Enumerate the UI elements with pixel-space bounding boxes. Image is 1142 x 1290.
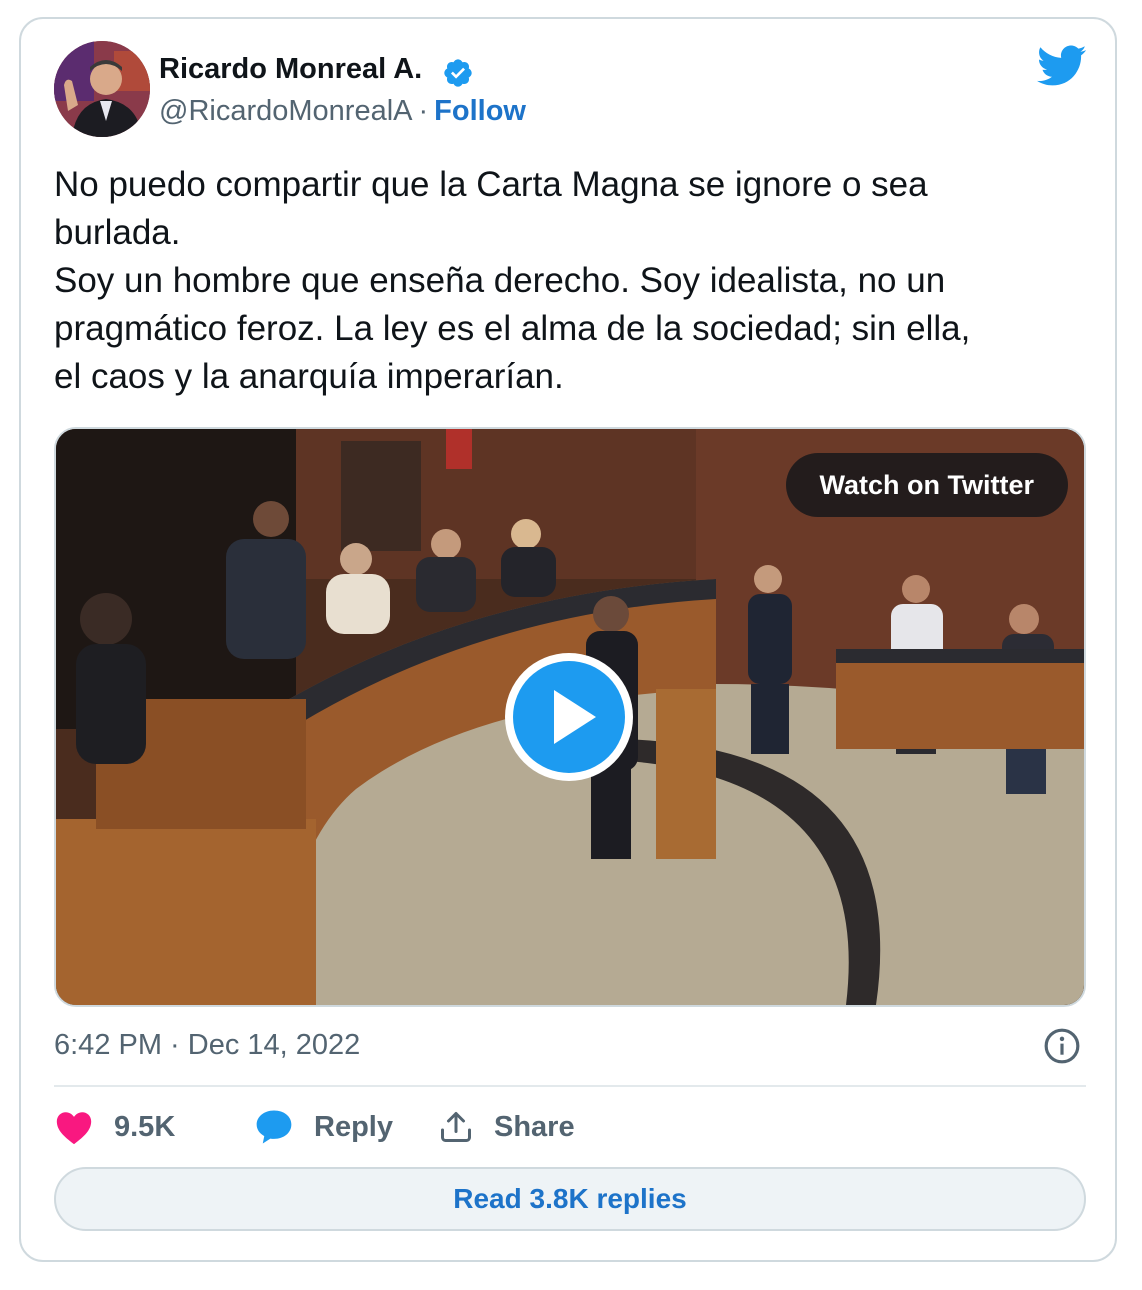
watch-on-twitter-button[interactable]: Watch on Twitter [785, 453, 1068, 517]
verified-badge-icon [444, 59, 472, 87]
handle-row: @RicardoMonrealA · Follow [159, 95, 526, 128]
reply-bubble-icon [256, 1110, 292, 1144]
info-icon[interactable] [1043, 1027, 1081, 1065]
tweet-text-line: pragmático feroz. La ley es el alma de l… [54, 309, 971, 348]
handle-separator: · [418, 95, 429, 127]
divider [54, 1085, 1086, 1087]
twitter-bird-icon[interactable] [1037, 45, 1087, 87]
read-replies-button[interactable]: Read 3.8K replies [54, 1167, 1086, 1231]
tweet-card: Ricardo Monreal A. @RicardoMonrealA · Foll… [19, 17, 1117, 1262]
reply-button[interactable]: Reply [254, 1105, 393, 1149]
share-icon [441, 1112, 471, 1142]
share-label: Share [494, 1110, 575, 1143]
tweet-text-line: Soy un hombre que enseña derecho. Soy id… [54, 261, 946, 300]
tweet-text-line: burlada. [54, 213, 181, 252]
heart-icon [56, 1112, 92, 1145]
reply-label: Reply [314, 1110, 393, 1143]
tweet-text-line: el caos y la anarquía imperarían. [54, 357, 564, 396]
tweet-timestamp[interactable]: 6:42 PM · Dec 14, 2022 [54, 1029, 360, 1062]
video-media[interactable]: Watch on Twitter [54, 427, 1086, 1007]
author-name[interactable]: Ricardo Monreal A. [159, 53, 422, 86]
like-count: 9.5K [114, 1110, 176, 1143]
avatar[interactable] [54, 41, 150, 137]
like-button[interactable]: 9.5K [54, 1105, 175, 1149]
tweet-text: No puedo compartir que la Carta Magna se… [54, 161, 1084, 401]
author-handle[interactable]: @RicardoMonrealA [159, 95, 412, 127]
tweet-text-line: No puedo compartir que la Carta Magna se… [54, 165, 928, 204]
follow-button[interactable]: Follow [434, 95, 526, 127]
share-button[interactable]: Share [438, 1105, 575, 1149]
play-icon[interactable] [502, 650, 636, 784]
